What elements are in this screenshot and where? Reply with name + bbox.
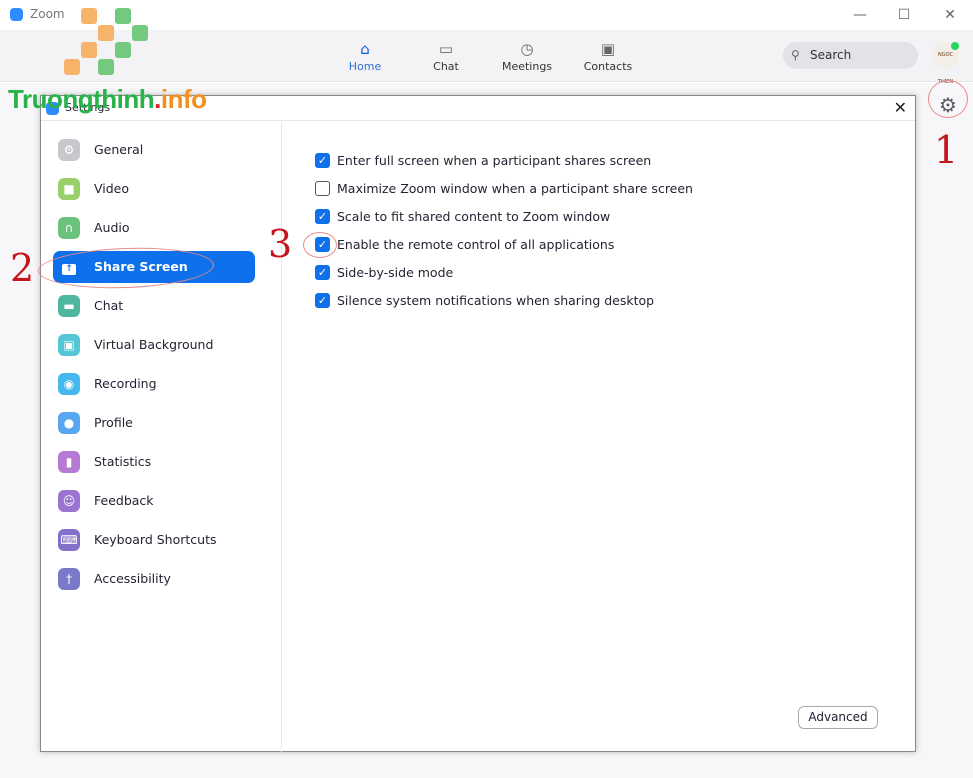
option-label: Side-by-side mode <box>337 265 454 280</box>
option-label: Maximize Zoom window when a participant … <box>337 181 693 196</box>
sidebar-item-label: Feedback <box>94 493 154 508</box>
option-checkbox[interactable]: ✓ <box>315 153 330 168</box>
annotation-circle-checkbox <box>303 232 337 258</box>
online-status-dot <box>951 42 959 50</box>
search-input[interactable]: ⚲ Search <box>783 42 918 69</box>
chat-icon: ▭ <box>438 40 454 58</box>
close-dialog-button[interactable]: ✕ <box>894 98 907 117</box>
annotation-step-2: 2 <box>10 246 35 290</box>
sidebar-item-virtual-background[interactable]: ▣ Virtual Background <box>53 329 255 361</box>
annotation-circle-gear <box>928 80 968 118</box>
profile-icon: ● <box>58 412 80 434</box>
tab-home[interactable]: ⌂ Home <box>330 40 400 73</box>
sidebar-item-general[interactable]: ⚙ General <box>53 134 255 166</box>
annotation-step-1: 1 <box>934 128 959 172</box>
statistics-icon: ▮ <box>58 451 80 473</box>
sidebar-item-video[interactable]: ■ Video <box>53 173 255 205</box>
sidebar-item-chat[interactable]: ▬ Chat <box>53 290 255 322</box>
sidebar-item-label: Video <box>94 181 130 196</box>
option-label: Silence system notifications when sharin… <box>337 293 655 308</box>
search-icon: ⚲ <box>791 48 800 62</box>
sidebar-item-label: Keyboard Shortcuts <box>94 532 217 547</box>
keyboard-shortcuts-icon: ⌨ <box>58 529 80 551</box>
sidebar-item-label: Recording <box>94 376 157 391</box>
option-label: Enable the remote control of all applica… <box>337 237 615 252</box>
option-checkbox[interactable] <box>315 181 330 196</box>
annotation-step-3: 3 <box>268 222 293 266</box>
sidebar-item-label: General <box>94 142 144 157</box>
sidebar-item-profile[interactable]: ● Profile <box>53 407 255 439</box>
app-title: Zoom <box>30 7 65 21</box>
video-icon: ■ <box>58 178 80 200</box>
home-icon: ⌂ <box>360 40 370 58</box>
settings-dialog: Settings ✕ ⚙ General ■ Video ∩ Audio ↑ Share Sc… <box>40 95 916 752</box>
clock-icon: ◷ <box>520 40 534 58</box>
feedback-icon: ☺ <box>58 490 80 512</box>
option-label: Enter full screen when a participant sha… <box>337 153 652 168</box>
sidebar-item-keyboard-shortcuts[interactable]: ⌨ Keyboard Shortcuts <box>53 524 255 556</box>
tab-contacts[interactable]: ▣ Contacts <box>573 40 643 73</box>
audio-icon: ∩ <box>58 217 80 239</box>
accessibility-icon: † <box>58 568 80 590</box>
tab-meetings[interactable]: ◷ Meetings <box>492 40 562 73</box>
tab-chat[interactable]: ▭ Chat <box>411 40 481 73</box>
maximize-button[interactable]: ☐ <box>894 5 914 25</box>
option-checkbox[interactable]: ✓ <box>315 293 330 308</box>
zoom-logo-icon <box>10 8 23 21</box>
sidebar-item-label: Chat <box>94 298 124 313</box>
sidebar-item-label: Accessibility <box>94 571 171 586</box>
minimize-button[interactable]: — <box>850 5 870 25</box>
sidebar-item-feedback[interactable]: ☺ Feedback <box>53 485 255 517</box>
advanced-button[interactable]: Advanced <box>798 706 878 729</box>
sidebar-item-label: Statistics <box>94 454 152 469</box>
sidebar-item-label: Profile <box>94 415 133 430</box>
sidebar-item-label: Virtual Background <box>94 337 214 352</box>
sidebar-item-statistics[interactable]: ▮ Statistics <box>53 446 255 478</box>
recording-icon: ◉ <box>58 373 80 395</box>
settings-sidebar: ⚙ General ■ Video ∩ Audio ↑ Share Screen ▬ Chat ▣ V… <box>41 122 282 752</box>
sidebar-item-accessibility[interactable]: † Accessibility <box>53 563 255 595</box>
option-checkbox[interactable]: ✓ <box>315 209 330 224</box>
sidebar-item-recording[interactable]: ◉ Recording <box>53 368 255 400</box>
contacts-icon: ▣ <box>600 40 616 58</box>
option-checkbox[interactable]: ✓ <box>315 265 330 280</box>
virtual-background-icon: ▣ <box>58 334 80 356</box>
sidebar-item-label: Audio <box>94 220 130 235</box>
general-icon: ⚙ <box>58 139 80 161</box>
close-window-button[interactable]: ✕ <box>940 5 960 25</box>
sidebar-item-audio[interactable]: ∩ Audio <box>53 212 255 244</box>
option-label: Scale to fit shared content to Zoom wind… <box>337 209 611 224</box>
chat-icon: ▬ <box>58 295 80 317</box>
